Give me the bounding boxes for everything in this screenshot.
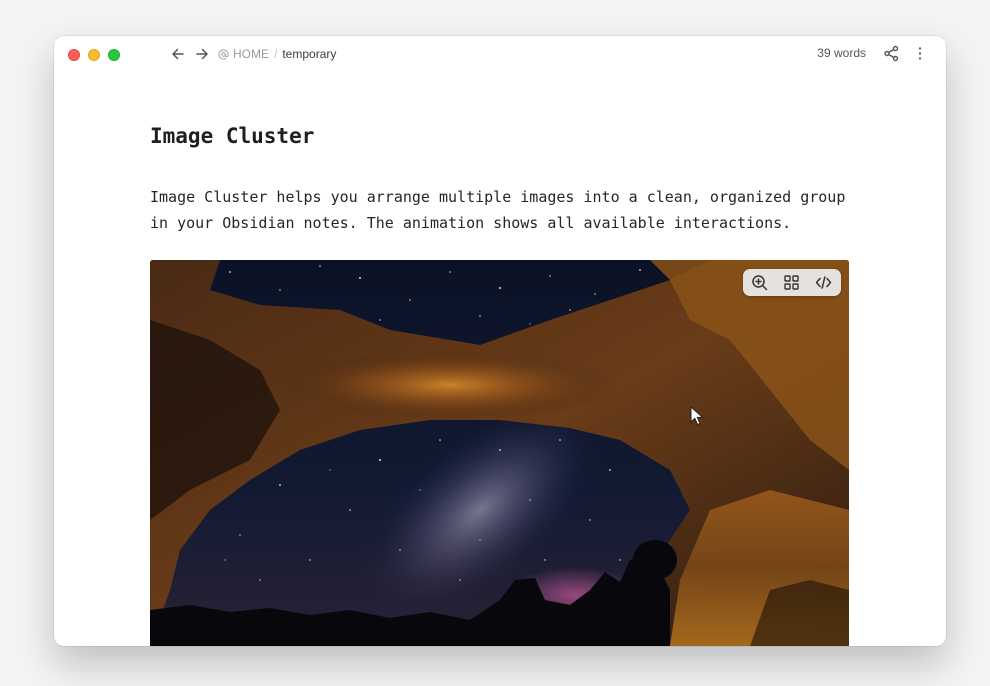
breadcrumb-root[interactable]: HOME: [233, 47, 269, 61]
note-paragraph[interactable]: Image Cluster helps you arrange multiple…: [150, 184, 860, 236]
minimize-window-button[interactable]: [88, 49, 100, 61]
title-bar: HOME / temporary 39 words: [54, 36, 946, 72]
note-title[interactable]: Image Cluster: [150, 124, 314, 148]
breadcrumb-separator: /: [274, 47, 278, 61]
zoom-in-icon[interactable]: [751, 274, 768, 291]
grid-icon[interactable]: [783, 274, 800, 291]
arrow-left-icon[interactable]: [170, 46, 186, 62]
arch-night-photo: [150, 260, 849, 646]
share-icon[interactable]: [883, 45, 900, 62]
image-cluster[interactable]: [150, 260, 849, 646]
app-window: HOME / temporary 39 words Image Cluster …: [54, 36, 946, 646]
code-icon[interactable]: [815, 274, 832, 291]
breadcrumb-current[interactable]: temporary: [282, 47, 336, 61]
image-toolbar: [743, 269, 841, 296]
word-count: 39 words: [817, 46, 866, 60]
zoom-window-button[interactable]: [108, 49, 120, 61]
breadcrumb: HOME / temporary: [218, 47, 336, 61]
close-window-button[interactable]: [68, 49, 80, 61]
mouse-cursor-icon: [690, 406, 704, 426]
more-vertical-icon[interactable]: [912, 45, 928, 62]
at-sign-icon: [218, 48, 229, 60]
arrow-right-icon[interactable]: [194, 46, 210, 62]
